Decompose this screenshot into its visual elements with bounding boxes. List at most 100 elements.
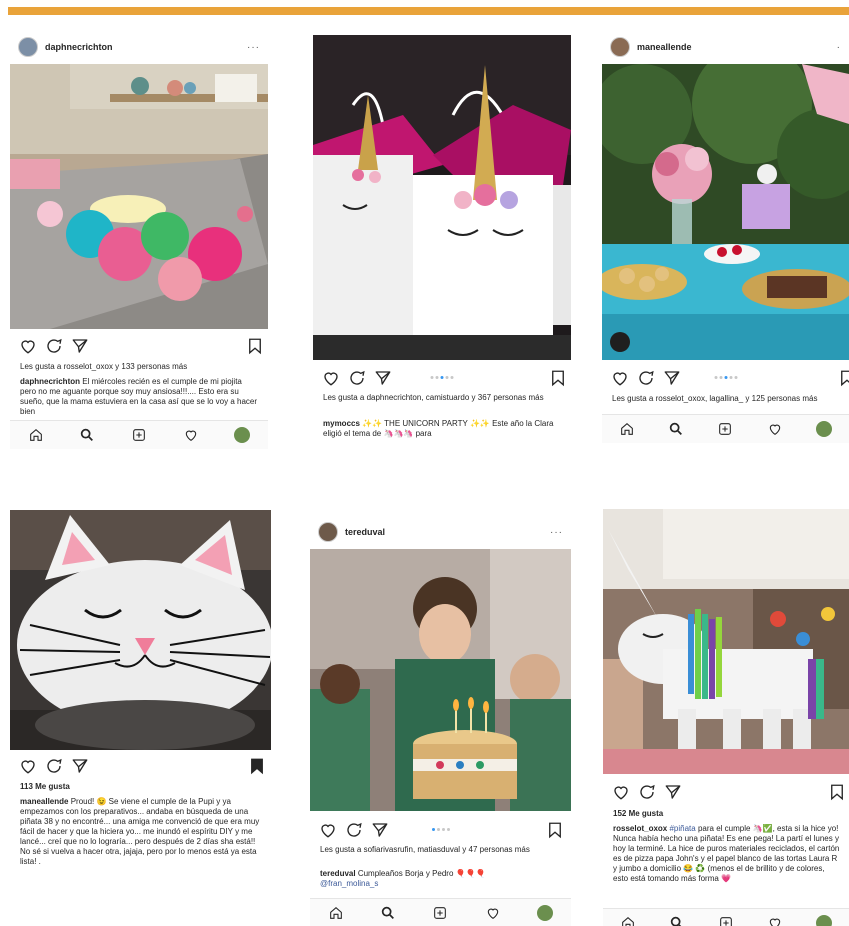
home-icon[interactable] [328,905,344,921]
heart-icon[interactable] [319,821,337,839]
post-header: maneallende · [602,32,849,62]
caption-username[interactable]: rosselot_oxox [613,824,667,833]
post-card-cat-pinata: 113 Me gusta maneallende Proud! 😉 Se vie… [10,510,271,915]
more-options-icon[interactable]: ··· [550,527,563,538]
post-actions [310,819,571,841]
avatar[interactable] [610,37,630,57]
bookmark-icon[interactable] [246,337,264,355]
post-photo [603,509,849,774]
profile-avatar-icon[interactable] [816,915,833,926]
share-icon[interactable] [371,821,389,839]
search-icon[interactable] [79,427,95,443]
likes-text: Les gusta a rosselot_oxox, lagallina_ y … [612,394,818,403]
profile-avatar-icon[interactable] [816,421,833,437]
heart-icon[interactable] [612,783,630,801]
bottom-nav [603,908,849,926]
caption-text: Cumpleaños Borja y Pedro 🎈🎈🎈 [357,869,486,878]
username[interactable]: daphnecrichton [45,42,247,52]
post-header: daphnecrichton ··· [10,32,268,62]
bottom-nav [602,414,849,443]
post-photo [313,35,571,360]
activity-heart-icon[interactable] [485,905,501,921]
likes-text: Les gusta a sofiarivasrufin, matiasduval… [320,845,530,854]
more-options-icon[interactable]: · [837,42,841,53]
hashtag-link[interactable]: #piñata [669,824,695,833]
comment-icon[interactable] [345,821,363,839]
post-photo [10,510,271,750]
heart-icon[interactable] [611,369,629,387]
username[interactable]: maneallende [637,42,837,52]
bottom-nav [310,898,571,926]
carousel-dots [430,376,454,379]
home-icon[interactable] [28,427,44,443]
caption-username[interactable]: daphnecrichton [20,377,80,386]
search-icon[interactable] [668,421,684,437]
likes-text: 113 Me gusta [20,782,70,791]
carousel-dots [714,376,737,379]
post-card-daphnecrichton: daphnecrichton ··· Les gusta a rosselot_… [10,32,268,452]
post-actions [10,335,268,357]
comment-icon[interactable] [45,757,63,775]
likes-text: 152 Me gusta [613,809,664,818]
post-actions [10,755,271,777]
heart-icon[interactable] [19,337,37,355]
new-post-icon[interactable] [432,905,448,921]
post-photo [310,549,571,811]
avatar[interactable] [318,522,338,542]
new-post-icon[interactable] [718,915,734,926]
caption-text: Proud! 😉 Se viene el cumple de la Pupi y… [20,797,260,866]
home-icon[interactable] [620,915,636,926]
share-icon[interactable] [663,369,681,387]
share-icon[interactable] [71,337,89,355]
likes-text: Les gusta a rosselot_oxox y 133 personas… [20,362,188,371]
bookmark-icon[interactable] [546,821,564,839]
search-icon[interactable] [380,905,396,921]
caption: tereduval Cumpleaños Borja y Pedro 🎈🎈🎈 @… [320,869,563,891]
bookmark-icon[interactable] [838,369,849,387]
activity-heart-icon[interactable] [767,915,783,926]
accent-bar [8,7,849,15]
post-card-mymoccs: Les gusta a daphnecrichton, camistuardo … [313,35,571,455]
post-actions [603,781,849,803]
post-actions [602,367,849,389]
profile-avatar-icon[interactable] [234,427,251,443]
post-card-tereduval: tereduval ··· Les gusta a sofiarivasrufi… [310,517,571,926]
mention-link[interactable]: @fran_molina_s [320,879,378,888]
post-card-maneallende: maneallende · Les gusta a rosselot_oxox,… [602,32,849,452]
comment-icon[interactable] [637,369,655,387]
home-icon[interactable] [619,421,635,437]
comment-icon[interactable] [348,369,366,387]
share-icon[interactable] [374,369,392,387]
caption: rosselot_oxox #piñata para el cumple 🦄✅,… [613,824,841,904]
bookmark-icon[interactable] [828,783,846,801]
search-icon[interactable] [669,915,685,926]
bookmark-saved-icon[interactable] [248,757,266,775]
new-post-icon[interactable] [131,427,147,443]
avatar[interactable] [18,37,38,57]
activity-heart-icon[interactable] [183,427,199,443]
carousel-dots [431,828,450,831]
heart-icon[interactable] [322,369,340,387]
heart-icon[interactable] [19,757,37,775]
more-options-icon[interactable]: ··· [247,42,260,53]
post-photo [10,64,268,329]
activity-heart-icon[interactable] [767,421,783,437]
new-post-icon[interactable] [717,421,733,437]
profile-avatar-icon[interactable] [536,905,553,921]
post-actions [313,367,571,389]
caption: mymoccs ✨✨ THE UNICORN PARTY ✨✨ Este año… [323,419,563,439]
caption-username[interactable]: tereduval [320,869,356,878]
bottom-nav [10,420,268,449]
username[interactable]: tereduval [345,527,550,537]
share-icon[interactable] [71,757,89,775]
comment-icon[interactable] [638,783,656,801]
caption: daphnecrichton El miércoles recién es el… [20,377,260,417]
likes-text: Les gusta a daphnecrichton, camistuardo … [323,393,544,402]
caption-username[interactable]: mymoccs [323,419,360,428]
comment-icon[interactable] [45,337,63,355]
share-icon[interactable] [664,783,682,801]
caption-username[interactable]: maneallende [20,797,68,806]
bookmark-icon[interactable] [549,369,567,387]
caption: maneallende Proud! 😉 Se viene el cumple … [20,797,263,909]
post-card-rosselot-oxox: 152 Me gusta rosselot_oxox #piñata para … [603,509,849,926]
